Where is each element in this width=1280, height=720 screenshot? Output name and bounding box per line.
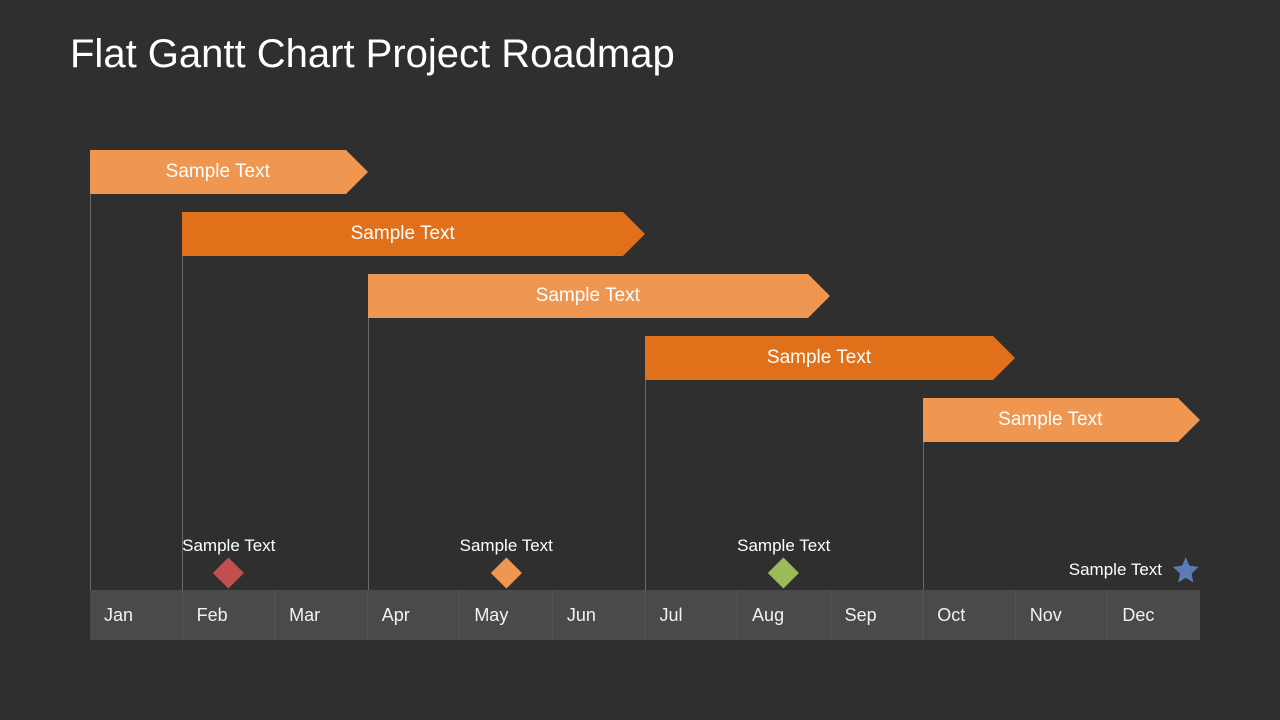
month-cell: Mar [275,590,368,640]
milestone-label: Sample Text [737,536,830,556]
diamond-icon [768,557,799,588]
diamond-icon [213,557,244,588]
month-axis: Jan Feb Mar Apr May Jun Jul Aug Sep Oct … [90,590,1200,640]
bar-label: Sample Text [998,409,1102,431]
bar-label: Sample Text [166,161,270,183]
page-title: Flat Gantt Chart Project Roadmap [70,32,675,77]
gantt-bar-3: Sample Text [368,274,831,318]
gridline [368,274,369,590]
month-cell: Nov [1016,590,1109,640]
arrow-tip-icon [993,336,1015,380]
slide: Flat Gantt Chart Project Roadmap Sample … [0,0,1280,720]
arrow-tip-icon [1178,398,1200,442]
month-cell: Sep [831,590,924,640]
month-cell: Oct [923,590,1016,640]
gridline [182,212,183,590]
star-icon [1172,556,1200,584]
gantt-chart: Sample Text Sample Text Sample Text Samp… [90,150,1200,640]
gantt-bar-2: Sample Text [182,212,645,256]
month-cell: May [460,590,553,640]
bar-label: Sample Text [351,223,455,245]
arrow-tip-icon [623,212,645,256]
month-cell: Dec [1108,590,1200,640]
milestone-label: Sample Text [460,536,553,556]
month-cell: Feb [183,590,276,640]
month-cell: Aug [738,590,831,640]
month-cell: Jul [645,590,738,640]
milestone-2: Sample Text [460,536,553,584]
gantt-bar-5: Sample Text [923,398,1201,442]
milestone-label: Sample Text [1069,560,1162,580]
diamond-icon [491,557,522,588]
arrow-tip-icon [808,274,830,318]
milestone-1: Sample Text [182,536,275,584]
month-cell: Jan [90,590,183,640]
gantt-bar-4: Sample Text [645,336,1015,380]
bar-label: Sample Text [767,347,871,369]
month-cell: Apr [368,590,461,640]
milestone-label: Sample Text [182,536,275,556]
milestone-4: Sample Text [1069,556,1200,584]
milestone-3: Sample Text [737,536,830,584]
gridline [90,150,91,590]
month-cell: Jun [553,590,646,640]
arrow-tip-icon [346,150,368,194]
bar-label: Sample Text [536,285,640,307]
gantt-bar-1: Sample Text [90,150,368,194]
